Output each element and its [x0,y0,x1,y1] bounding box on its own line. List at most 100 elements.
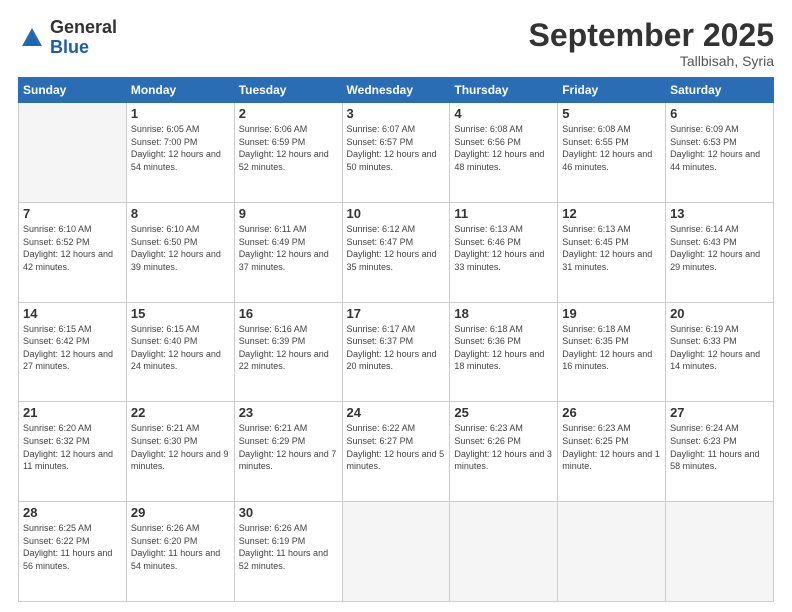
calendar-cell: 7Sunrise: 6:10 AMSunset: 6:52 PMDaylight… [19,202,127,302]
calendar-week-2: 7Sunrise: 6:10 AMSunset: 6:52 PMDaylight… [19,202,774,302]
col-thursday: Thursday [450,78,558,103]
day-info: Sunrise: 6:22 AMSunset: 6:27 PMDaylight:… [347,422,446,472]
day-number: 24 [347,405,446,420]
calendar-cell: 24 Sunrise: 6:22 AMSunset: 6:27 PMDayligh… [342,402,450,502]
sunrise-label: Sunrise: 6:07 AM [347,124,416,134]
calendar-cell [450,502,558,602]
page: General Blue September 2025 Tallbisah, S… [0,0,792,612]
day-number: 20 [670,306,769,321]
day-info: Sunrise: 6:06 AMSunset: 6:59 PMDaylight:… [239,123,338,173]
calendar-week-4: 21Sunrise: 6:20 AMSunset: 6:32 PMDayligh… [19,402,774,502]
calendar-cell: 17Sunrise: 6:17 AMSunset: 6:37 PMDayligh… [342,302,450,402]
sunset-label: Sunset: 6:26 PM [454,436,521,446]
daylight-label: Daylight: 12 hours and 52 minutes. [239,149,329,172]
sunset-label: Sunset: 6:33 PM [670,336,737,346]
day-info: Sunrise: 6:17 AMSunset: 6:37 PMDaylight:… [347,323,446,373]
calendar-cell: 19 Sunrise: 6:18 AMSunset: 6:35 PMDayligh… [558,302,666,402]
daylight-label: Daylight: 12 hours and 42 minutes. [23,249,113,272]
sunrise-label: Sunrise: 6:21 AM [239,423,308,433]
day-info: Sunrise: 6:18 AMSunset: 6:35 PMDaylight:… [562,323,661,373]
sunrise-label: Sunrise: 6:14 AM [670,224,739,234]
daylight-label: Daylight: 12 hours and 3 minutes. [454,449,552,472]
day-info: Sunrise: 6:07 AMSunset: 6:57 PMDaylight:… [347,123,446,173]
sunrise-label: Sunrise: 6:18 AM [454,324,523,334]
daylight-label: Daylight: 11 hours and 52 minutes. [239,548,328,571]
col-friday: Friday [558,78,666,103]
calendar-cell: 2Sunrise: 6:06 AMSunset: 6:59 PMDaylight… [234,103,342,203]
sunrise-label: Sunrise: 6:16 AM [239,324,308,334]
day-number: 16 [239,306,338,321]
calendar-cell: 3Sunrise: 6:07 AMSunset: 6:57 PMDaylight… [342,103,450,203]
sunset-label: Sunset: 6:25 PM [562,436,629,446]
sunrise-label: Sunrise: 6:18 AM [562,324,631,334]
sunrise-label: Sunrise: 6:20 AM [23,423,92,433]
sunset-label: Sunset: 6:42 PM [23,336,90,346]
daylight-label: Daylight: 12 hours and 24 minutes. [131,349,221,372]
day-info: Sunrise: 6:20 AMSunset: 6:32 PMDaylight:… [23,422,122,472]
sunset-label: Sunset: 6:29 PM [239,436,306,446]
day-number: 12 [562,206,661,221]
day-number: 5 [562,106,661,121]
sunrise-label: Sunrise: 6:10 AM [23,224,92,234]
day-info: Sunrise: 6:10 AM Sunset: 6:52 PM Daylight:… [23,223,122,273]
day-number: 28 [23,505,122,520]
calendar-cell: 28Sunrise: 6:25 AMSunset: 6:22 PMDayligh… [19,502,127,602]
sunrise-label: Sunrise: 6:13 AM [454,224,523,234]
calendar-cell: 23Sunrise: 6:21 AMSunset: 6:29 PMDayligh… [234,402,342,502]
day-number: 27 [670,405,769,420]
sunset-label: Sunset: 6:20 PM [131,536,198,546]
sunrise-label: Sunrise: 6:25 AM [23,523,92,533]
day-info: Sunrise: 6:25 AMSunset: 6:22 PMDaylight:… [23,522,122,572]
sunset-label: Sunset: 6:23 PM [670,436,737,446]
daylight-label: Daylight: 12 hours and 18 minutes. [454,349,544,372]
daylight-label: Daylight: 12 hours and 9 minutes. [131,449,229,472]
sunrise-label: Sunrise: 6:08 AM [454,124,523,134]
day-number: 1 [131,106,230,121]
day-info: Sunrise: 6:08 AMSunset: 6:55 PMDaylight:… [562,123,661,173]
daylight-label: Daylight: 12 hours and 37 minutes. [239,249,329,272]
daylight-label: Daylight: 12 hours and 29 minutes. [670,249,760,272]
day-number: 6 [670,106,769,121]
day-number: 26 [562,405,661,420]
sunset-label: Sunset: 6:22 PM [23,536,90,546]
calendar-cell [19,103,127,203]
day-number: 25 [454,405,553,420]
header-row: Sunday Monday Tuesday Wednesday Thursday… [19,78,774,103]
day-info: Sunrise: 6:08 AMSunset: 6:56 PMDaylight:… [454,123,553,173]
day-number: 19 [562,306,661,321]
daylight-label: Daylight: 12 hours and 5 minutes. [347,449,445,472]
sunset-label: Sunset: 7:00 PM [131,137,198,147]
daylight-label: Daylight: 12 hours and 27 minutes. [23,349,113,372]
sunrise-label: Sunrise: 6:11 AM [239,224,307,234]
sunset-label: Sunset: 6:27 PM [347,436,414,446]
sunset-label: Sunset: 6:36 PM [454,336,521,346]
calendar-cell: 10Sunrise: 6:12 AMSunset: 6:47 PMDayligh… [342,202,450,302]
col-monday: Monday [126,78,234,103]
sunset-label: Sunset: 6:52 PM [23,237,90,247]
sunset-label: Sunset: 6:49 PM [239,237,306,247]
sunrise-label: Sunrise: 6:15 AM [23,324,92,334]
calendar-cell: 21Sunrise: 6:20 AMSunset: 6:32 PMDayligh… [19,402,127,502]
sunset-label: Sunset: 6:40 PM [131,336,198,346]
calendar-cell: 14 Sunrise: 6:15 AM Sunset: 6:42 PM Dayligh… [19,302,127,402]
sunrise-label: Sunrise: 6:23 AM [562,423,631,433]
sunrise-label: Sunrise: 6:05 AM [131,124,200,134]
sunset-label: Sunset: 6:46 PM [454,237,521,247]
day-number: 23 [239,405,338,420]
sunset-label: Sunset: 6:32 PM [23,436,90,446]
sunset-label: Sunset: 6:30 PM [131,436,198,446]
calendar-cell: 29Sunrise: 6:26 AMSunset: 6:20 PMDayligh… [126,502,234,602]
sunrise-label: Sunrise: 6:15 AM [131,324,200,334]
daylight-label: Daylight: 12 hours and 14 minutes. [670,349,760,372]
day-info: Sunrise: 6:26 AMSunset: 6:19 PMDaylight:… [239,522,338,572]
daylight-label: Daylight: 12 hours and 33 minutes. [454,249,544,272]
calendar-cell: 5 Sunrise: 6:08 AMSunset: 6:55 PMDaylight… [558,103,666,203]
sunset-label: Sunset: 6:43 PM [670,237,737,247]
day-number: 14 [23,306,122,321]
sunset-label: Sunset: 6:39 PM [239,336,306,346]
day-info: Sunrise: 6:26 AMSunset: 6:20 PMDaylight:… [131,522,230,572]
sunrise-label: Sunrise: 6:10 AM [131,224,200,234]
sunset-label: Sunset: 6:47 PM [347,237,414,247]
location: Tallbisah, Syria [529,53,774,69]
calendar-cell [558,502,666,602]
